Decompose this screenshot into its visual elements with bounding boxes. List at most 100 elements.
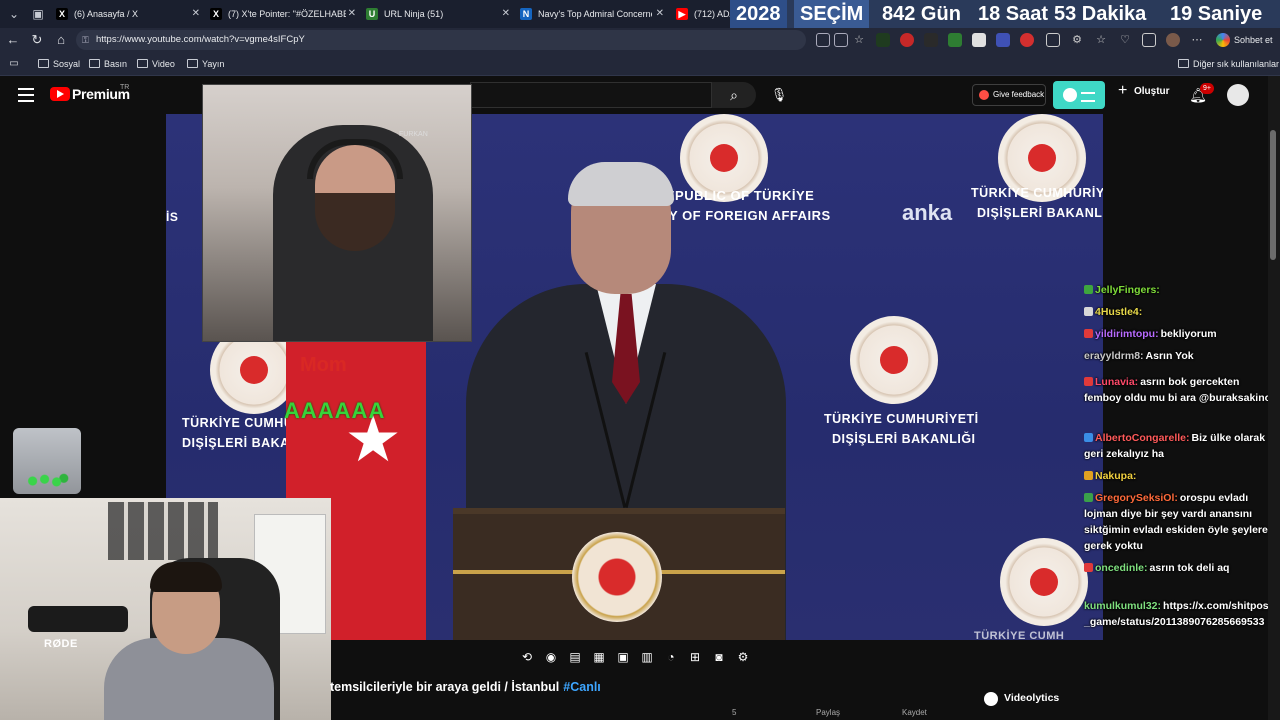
tab-twitter-pointer[interactable]: X (7) X'te Pointer: "#ÖZELHABER Dı ✕ xyxy=(206,2,358,26)
close-tab-icon[interactable]: ✕ xyxy=(348,2,356,26)
favorites-icon[interactable]: ☆ xyxy=(1094,33,1108,47)
like-button[interactable]: 5 xyxy=(732,708,736,717)
scrollbar-thumb[interactable] xyxy=(1270,130,1276,260)
backdrop-text: DIŞİŞLERİ BAKAN xyxy=(182,436,300,450)
live-chat-overlay: JellyFingers: 4Hustle4: yildirimtopu: bek… xyxy=(1080,280,1276,644)
ministry-seal xyxy=(1000,538,1088,626)
voice-search-icon[interactable]: 🎙︎ xyxy=(768,84,790,106)
extension-icon[interactable] xyxy=(948,33,962,47)
tab-search-icon[interactable]: ⌄ xyxy=(4,4,24,24)
tab-url-ninja[interactable]: U URL Ninja (51) ✕ xyxy=(362,2,512,26)
backdrop-text: İS xyxy=(166,210,179,224)
extension-icon[interactable] xyxy=(924,33,938,47)
chat-username: GregorySeksiOl: xyxy=(1095,492,1178,504)
bookmark-folder-sosyal[interactable]: Sosyal xyxy=(38,56,80,72)
extension-icon[interactable] xyxy=(900,33,914,47)
overlay-text-scream: AAAAAA xyxy=(284,398,386,423)
hamburger-menu-icon[interactable] xyxy=(18,88,34,102)
filmstrip-icon[interactable]: ▥ xyxy=(638,648,656,666)
chat-username: 4Hustle4: xyxy=(1095,306,1143,318)
bookmark-label: Basın xyxy=(104,59,128,69)
address-bar[interactable]: ⚿ https://www.youtube.com/watch?v=vgme4s… xyxy=(76,30,806,50)
url-ninja-icon: U xyxy=(366,8,378,20)
captions-icon[interactable]: ▤ xyxy=(566,648,584,666)
chat-badge-icon xyxy=(1084,377,1093,386)
create-button[interactable]: + Oluştur xyxy=(1118,82,1170,99)
tab-youtube-active[interactable]: ▶ (712) ADAI xyxy=(672,2,730,26)
chat-text: bekliyorum xyxy=(1160,328,1217,340)
close-tab-icon[interactable]: ✕ xyxy=(502,2,510,26)
chat-text: asrın tok deli aq xyxy=(1149,562,1230,574)
bookmark-label: Video xyxy=(152,59,175,69)
collections-icon[interactable] xyxy=(1142,33,1156,47)
chat-message: 4Hustle4: xyxy=(1084,304,1276,320)
extension-icon[interactable] xyxy=(1020,33,1034,47)
extension-icon[interactable] xyxy=(996,33,1010,47)
audio-icon[interactable]: ◉ xyxy=(542,648,560,666)
extension-icon[interactable] xyxy=(972,33,986,47)
browser-essentials-icon[interactable]: ♡ xyxy=(1118,33,1132,47)
other-bookmarks[interactable]: Diğer sık kullanılanlar xyxy=(1178,56,1279,72)
extension-toggle-button[interactable] xyxy=(1053,81,1105,109)
close-tab-icon[interactable]: ✕ xyxy=(656,2,664,26)
favorite-star-icon[interactable]: ☆ xyxy=(852,33,866,47)
chat-label: Sohbet et xyxy=(1234,35,1273,45)
site-info-icon[interactable]: ⚿ xyxy=(82,30,89,50)
account-avatar[interactable] xyxy=(1227,84,1249,106)
chat-message: kumulkumul32: https://x.com/shitpost_game… xyxy=(1084,598,1276,630)
folder-icon xyxy=(137,59,148,68)
copilot-icon xyxy=(1216,33,1230,47)
bookmark-folder-video[interactable]: Video xyxy=(137,56,175,72)
folder-icon xyxy=(187,59,198,68)
give-feedback-button[interactable]: Give feedback xyxy=(972,84,1046,106)
search-icon[interactable]: ⌕ xyxy=(712,82,756,108)
speed-icon[interactable]: ◔ xyxy=(662,648,680,666)
search-input[interactable] xyxy=(470,82,712,108)
tab-label: (7) X'te Pointer: "#ÖZELHABER Dı xyxy=(228,9,346,19)
extension-icon[interactable] xyxy=(876,33,890,47)
settings-gear-icon[interactable]: ⚙ xyxy=(1070,33,1084,47)
backdrop-text: DIŞİŞLERİ BAKANLIĞI xyxy=(832,432,976,446)
bookmark-folder-basin[interactable]: Basın xyxy=(89,56,127,72)
more-menu-icon[interactable]: ⋯ xyxy=(1190,33,1204,47)
tab-label: (712) ADAI xyxy=(694,9,730,19)
chat-message: yildirimtopu: bekliyorum xyxy=(1084,326,1276,342)
app-icon[interactable] xyxy=(834,33,848,47)
calendar-icon[interactable]: ▦ xyxy=(590,648,608,666)
hashtag-link[interactable]: #Canlı xyxy=(563,680,601,694)
loop-icon[interactable]: ⟲ xyxy=(518,648,536,666)
sidebar-toggle-icon[interactable]: ▭ xyxy=(4,54,24,74)
x-logo-icon: X xyxy=(56,8,68,20)
settings-gear-icon[interactable]: ⚙ xyxy=(734,648,752,666)
election-countdown-banner: 2028 SEÇİM 842 Gün 18 Saat 53 Dakika 19 … xyxy=(730,0,1280,28)
tip-balls xyxy=(23,472,71,490)
youtube-logo-icon[interactable] xyxy=(50,87,70,101)
split-screen-icon[interactable] xyxy=(1046,33,1060,47)
share-button[interactable]: Paylaş xyxy=(816,708,840,717)
close-tab-icon[interactable]: ✕ xyxy=(192,2,200,26)
home-icon[interactable]: ⌂ xyxy=(51,30,71,50)
save-button[interactable]: Kaydet xyxy=(902,708,927,717)
bookmark-folder-yayin[interactable]: Yayın xyxy=(187,56,224,72)
tab-twitter-home[interactable]: X (6) Anasayfa / X ✕ xyxy=(52,2,202,26)
microphone xyxy=(28,606,128,632)
videolytics-button[interactable]: Videolytics xyxy=(984,692,1059,706)
reload-icon[interactable]: ↻ xyxy=(27,30,47,50)
profile-avatar-icon[interactable] xyxy=(1166,33,1180,47)
chat-message: oncedinle: asrın tok deli aq xyxy=(1084,560,1276,576)
copilot-chat-button[interactable]: Sohbet et xyxy=(1214,31,1276,49)
video-title: temsilcileriyle bir araya geldi / İstanb… xyxy=(330,680,601,694)
back-icon[interactable]: ← xyxy=(3,30,23,50)
add-icon[interactable]: ⊞ xyxy=(686,648,704,666)
bookmarks-bar: ▭ Sosyal Basın Video Yayın Diğer sık kul… xyxy=(0,52,1280,76)
screenshot-camera-icon[interactable]: ◙ xyxy=(710,648,728,666)
reader-icon[interactable] xyxy=(816,33,830,47)
tip-jar-widget xyxy=(13,428,81,494)
youtube-header: Premium TR ⌕ 🎙︎ Give feedback + Oluştur … xyxy=(0,76,1280,114)
chat-username: erayyldrm8: xyxy=(1084,350,1144,362)
picture-in-picture-icon[interactable]: ▣ xyxy=(614,648,632,666)
countdown-minutes: 53 Dakika xyxy=(1054,3,1147,25)
tab-navy-article[interactable]: N Navy's Top Admiral Concerned A ✕ xyxy=(516,2,666,26)
anka-watermark: anka xyxy=(902,200,953,225)
workspaces-icon[interactable]: ▣ xyxy=(28,4,48,24)
